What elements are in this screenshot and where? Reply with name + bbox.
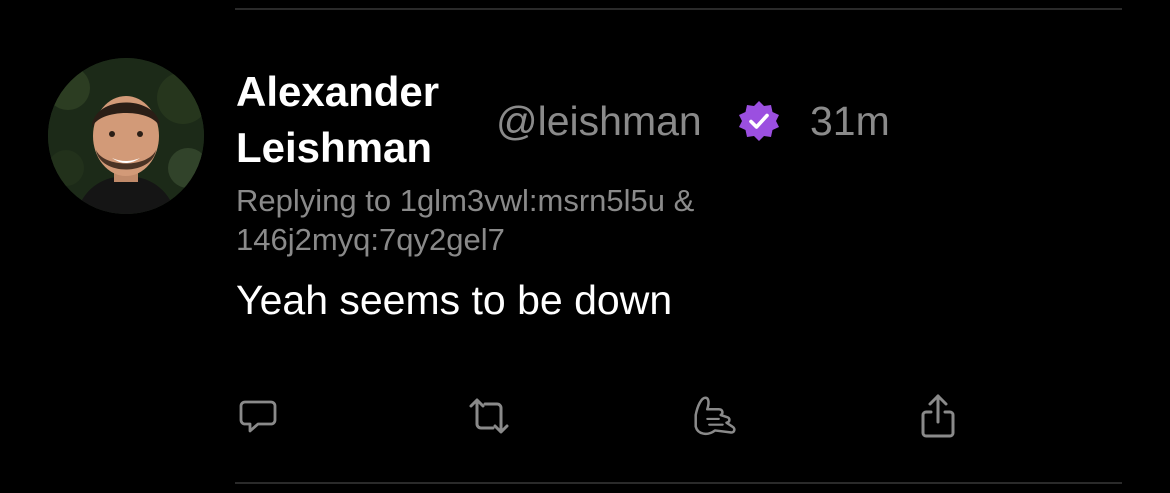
repost-icon bbox=[469, 398, 509, 434]
post-text: Yeah seems to be down bbox=[236, 277, 673, 323]
shaka-like-icon bbox=[694, 396, 736, 436]
reply-icon bbox=[239, 400, 277, 433]
author-name[interactable]: Alexander Leishman bbox=[236, 64, 486, 176]
avatar-image bbox=[48, 58, 204, 214]
timestamp[interactable]: 31m bbox=[810, 96, 890, 146]
repost-button[interactable] bbox=[463, 390, 515, 442]
top-divider bbox=[235, 8, 1122, 10]
replying-to[interactable]: Replying to 1glm3vwl:msrn5l5u & 146j2myq… bbox=[236, 181, 856, 259]
avatar[interactable] bbox=[48, 58, 204, 214]
like-button[interactable] bbox=[688, 390, 740, 442]
author-handle[interactable]: @leishman bbox=[496, 96, 702, 146]
share-button[interactable] bbox=[912, 390, 964, 442]
verified-badge-icon bbox=[737, 99, 781, 143]
share-icon bbox=[921, 394, 955, 438]
bottom-divider bbox=[235, 482, 1122, 484]
reply-button[interactable] bbox=[232, 390, 284, 442]
